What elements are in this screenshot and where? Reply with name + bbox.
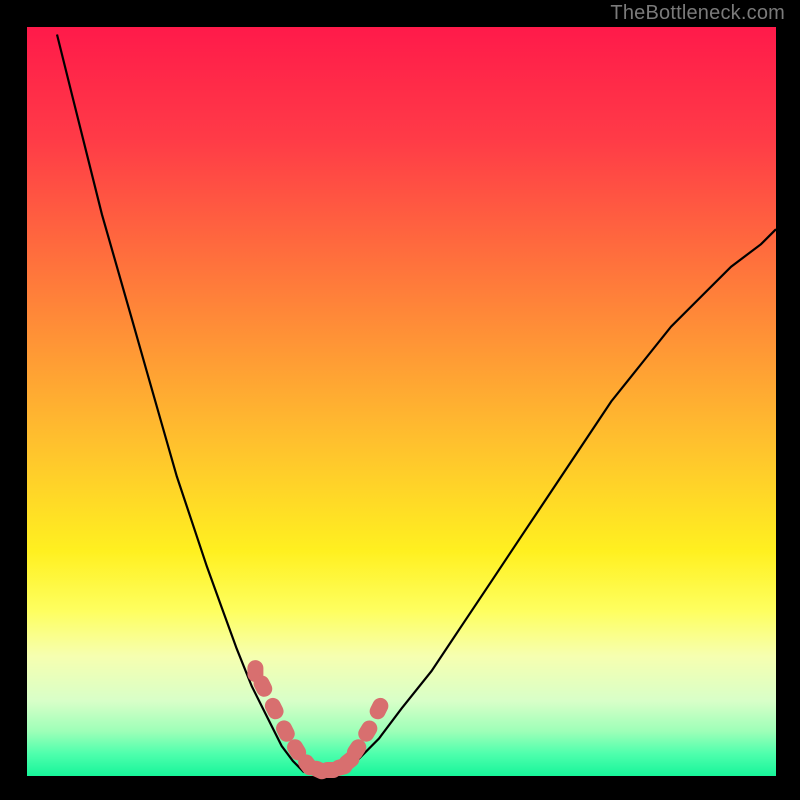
gradient-background	[27, 27, 776, 776]
bottleneck-chart	[0, 0, 800, 800]
watermark-text: TheBottleneck.com	[610, 2, 785, 25]
